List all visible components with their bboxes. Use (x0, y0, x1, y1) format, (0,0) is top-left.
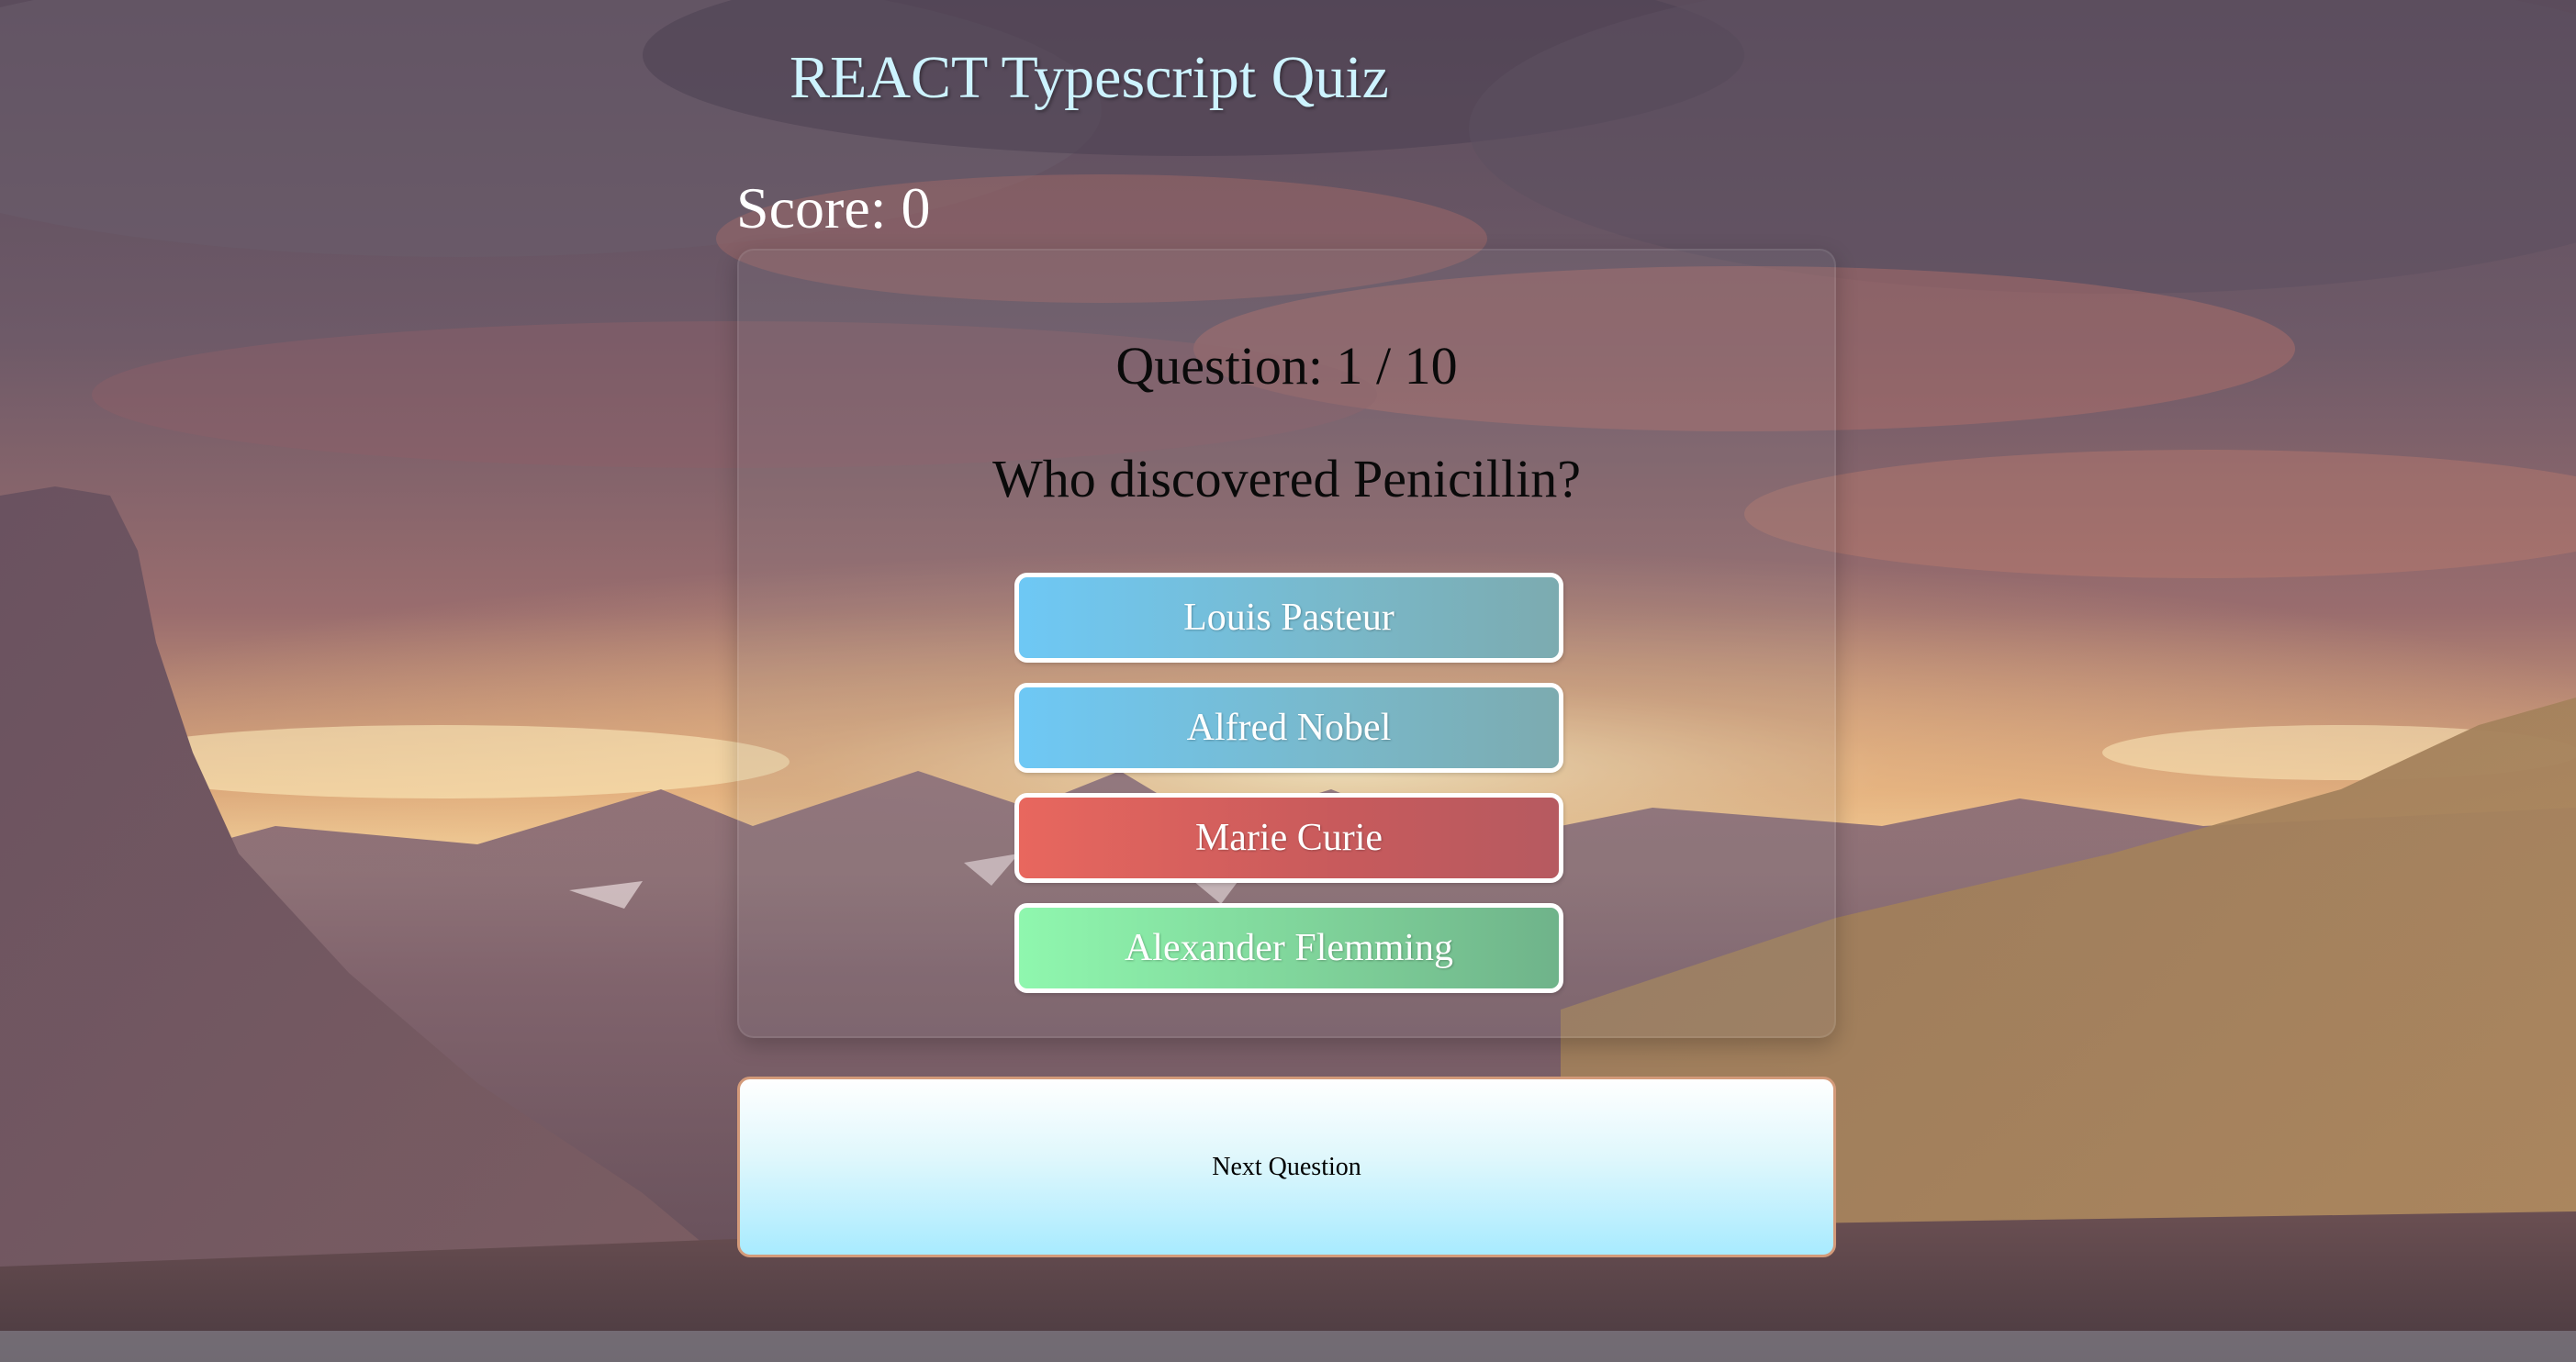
answer-button-1[interactable]: Louis Pasteur (1014, 573, 1563, 663)
next-question-button[interactable]: Next Question (737, 1077, 1836, 1257)
question-number: Question: 1 / 10 (1115, 336, 1458, 396)
app-title: REACT Typescript Quiz (790, 44, 1389, 111)
answer-button-2[interactable]: Alfred Nobel (1014, 683, 1563, 773)
score-display: Score: 0 (736, 175, 931, 240)
answer-button-3-wrong[interactable]: Marie Curie (1014, 793, 1563, 883)
question-text: Who discovered Penicillin? (991, 449, 1582, 508)
answer-button-4-correct[interactable]: Alexander Flemming (1014, 903, 1563, 993)
question-card: Question: 1 / 10 Who discovered Penicill… (737, 249, 1836, 1038)
